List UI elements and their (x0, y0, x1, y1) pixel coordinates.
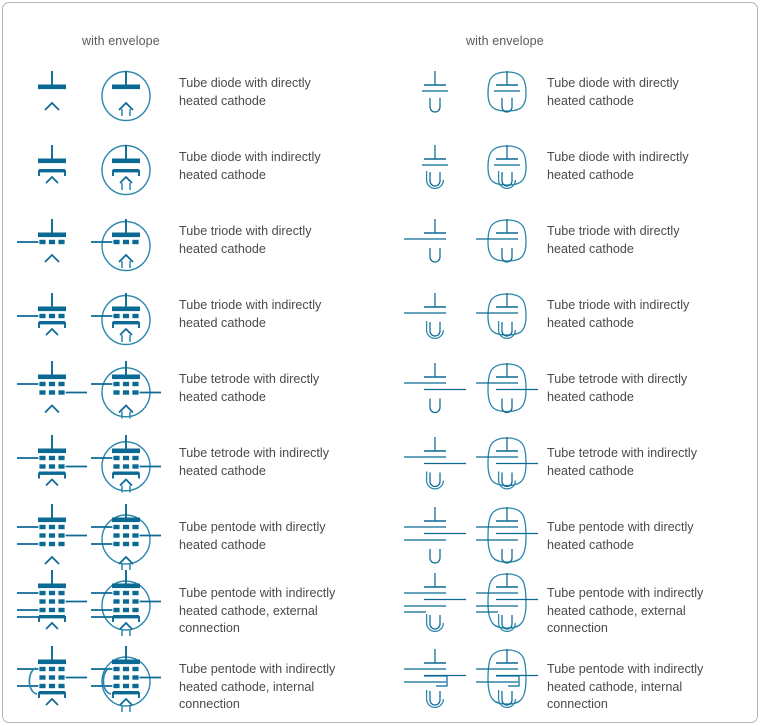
tube-symbol-enveloped-diode-direct (91, 61, 161, 133)
tube-symbol-enveloped-diode-indirect (476, 135, 538, 207)
symbol-label: Tube diode with indirectly heated cathod… (179, 150, 321, 182)
with-envelope-header-left: with envelope (82, 34, 160, 48)
tube-symbol-enveloped-pentode-direct (91, 504, 161, 577)
tube-symbol-plain-pentode-indirect (17, 646, 87, 719)
tube-symbol-enveloped-pentode-indirect (91, 646, 161, 719)
tube-symbol-enveloped-pentode-indirect (476, 571, 538, 643)
with-envelope-header-right: with envelope (466, 34, 544, 48)
column-thin-symbols: with envelope Tube diode with directly h… (382, 3, 762, 724)
symbol-label: Tube tetrode with directly heated cathod… (179, 372, 320, 404)
symbol-label: Tube diode with directly heated cathode (179, 76, 311, 108)
symbol-label: Tube triode with directly heated cathode (179, 224, 312, 256)
tube-symbol-enveloped-triode-indirect (476, 283, 538, 355)
tube-symbol-plain-pentode-indirect (404, 647, 466, 719)
symbol-label: Tube tetrode with indirectly heated cath… (179, 446, 330, 478)
tube-symbol-plain-pentode-direct (404, 505, 466, 577)
tube-symbol-enveloped-tetrode-direct (91, 357, 161, 429)
tube-symbol-plain-triode-indirect (404, 283, 466, 355)
tube-symbol-enveloped-pentode-indirect (91, 570, 161, 643)
tube-symbol-enveloped-diode-direct (476, 61, 538, 133)
symbol-label: Tube pentode with indirectly heated cath… (179, 662, 336, 712)
tube-symbol-plain-diode-indirect (404, 135, 466, 207)
tube-symbol-enveloped-triode-direct (91, 209, 161, 281)
tube-symbol-plain-pentode-direct (17, 504, 87, 577)
tube-symbol-plain-tetrode-indirect (404, 431, 466, 503)
tube-symbol-enveloped-triode-indirect (91, 283, 161, 355)
tube-symbol-plain-pentode-indirect (17, 570, 87, 643)
symbol-label: Tube triode with directly heated cathode (547, 224, 680, 256)
symbol-label: Tube pentode with indirectly heated cath… (547, 586, 704, 636)
symbol-label: Tube pentode with indirectly heated cath… (179, 586, 336, 636)
tube-symbol-plain-tetrode-indirect (17, 431, 87, 503)
symbol-label: Tube pentode with indirectly heated cath… (547, 662, 704, 712)
tube-symbol-enveloped-diode-indirect (91, 135, 161, 207)
symbol-legend-card: with envelope Tube diode with directly h… (2, 2, 758, 723)
tube-symbol-enveloped-pentode-direct (476, 505, 538, 577)
tube-symbol-plain-tetrode-direct (17, 357, 87, 429)
tube-symbol-plain-triode-direct (17, 209, 87, 281)
symbol-label: Tube tetrode with directly heated cathod… (547, 372, 688, 404)
symbol-label: Tube pentode with directly heated cathod… (547, 520, 694, 552)
symbol-label: Tube triode with indirectly heated catho… (547, 298, 690, 330)
tube-symbol-plain-triode-direct (404, 209, 466, 281)
symbol-label: Tube tetrode with indirectly heated cath… (547, 446, 698, 478)
tube-symbol-enveloped-tetrode-direct (476, 357, 538, 429)
symbol-label: Tube pentode with directly heated cathod… (179, 520, 326, 552)
tube-symbol-plain-diode-direct (17, 61, 87, 133)
tube-symbol-enveloped-triode-direct (476, 209, 538, 281)
tube-symbol-enveloped-tetrode-indirect (91, 431, 161, 503)
symbol-label: Tube diode with indirectly heated cathod… (547, 150, 689, 182)
symbol-label: Tube diode with directly heated cathode (547, 76, 679, 108)
tube-symbol-plain-diode-direct (404, 61, 466, 133)
tube-symbol-plain-tetrode-direct (404, 357, 466, 429)
column-thick-symbols: with envelope Tube diode with directly h… (3, 3, 384, 724)
tube-symbol-plain-triode-indirect (17, 283, 87, 355)
symbol-label: Tube triode with indirectly heated catho… (179, 298, 322, 330)
tube-symbol-plain-pentode-indirect (404, 571, 466, 643)
tube-symbol-plain-diode-indirect (17, 135, 87, 207)
tube-symbol-enveloped-pentode-indirect (476, 647, 538, 719)
tube-symbol-enveloped-tetrode-indirect (476, 431, 538, 503)
